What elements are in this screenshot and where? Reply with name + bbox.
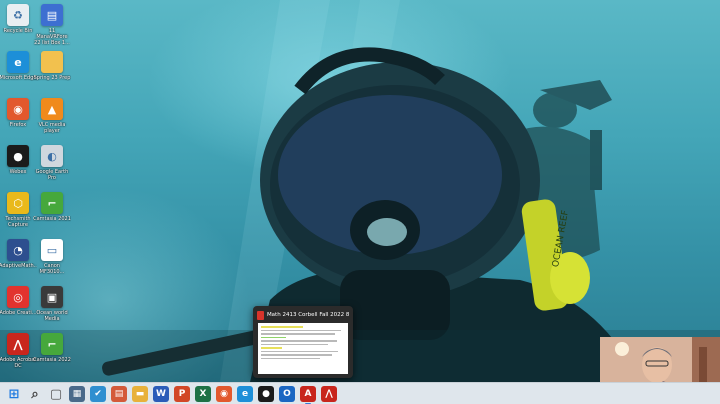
camtasia-2022-icon: ⌐ [41, 333, 63, 355]
desktop-icon[interactable]: ◎ Adobe Creati... [0, 286, 37, 316]
techsmith-capture-icon: ⬡ [7, 192, 29, 214]
taskbar-thumbnail-preview[interactable]: Math 2413 Corbell Fall 2022 8.7.... [253, 306, 353, 378]
desktop-icon-label: Ocean world Media [36, 310, 68, 322]
excel-button[interactable]: X [195, 386, 211, 402]
acrobat-button-2[interactable]: ⋀ [321, 386, 337, 402]
acrobat-icon: ⋀ [7, 333, 29, 355]
file-explorer-button[interactable]: ▬ [132, 386, 148, 402]
desktop-icon-label: Adobe Acrobat DC [0, 357, 37, 369]
printer-icon: ▭ [41, 239, 63, 261]
search-button[interactable]: ⌕ [27, 386, 43, 402]
folder-icon [41, 51, 63, 73]
recycle-bin-icon: ♻ [7, 4, 29, 26]
camtasia-icon: ⌐ [41, 192, 63, 214]
media-icon: ▣ [41, 286, 63, 308]
desktop-icon-label: Google Earth Pro [35, 169, 69, 181]
word-button[interactable]: W [153, 386, 169, 402]
desktop-icon[interactable]: ⬡ Techsmith Capture [0, 192, 36, 228]
pdf-icon [257, 310, 264, 320]
desktop-icon-label: Microsoft Edge [0, 75, 37, 81]
document-icon: ▤ [41, 4, 63, 26]
desktop-icon[interactable]: ▲ VLC media player [34, 98, 70, 134]
desktop-icon[interactable]: ⋀ Adobe Acrobat DC [0, 333, 36, 369]
firefox-icon: ◉ [7, 98, 29, 120]
task-view-button[interactable]: ▢ [48, 386, 64, 402]
taskbar-app-2[interactable]: ✔ [90, 386, 106, 402]
edge-icon: e [7, 51, 29, 73]
desktop-icon-label: VLC media player [38, 122, 66, 134]
taskbar: ⊞ ⌕ ▢ ▦ ✔ ▤ ▬ W P X ◉ e ● O A ⋀ [0, 382, 720, 404]
firefox-button[interactable]: ◉ [216, 386, 232, 402]
desktop-icon-label: Spring 23 Prep [33, 75, 71, 81]
webex-icon: ● [7, 145, 29, 167]
vlc-icon: ▲ [41, 98, 63, 120]
wallpaper-scene: OCEAN REEF [0, 0, 720, 382]
preview-title-bar: Math 2413 Corbell Fall 2022 8.7.... [257, 310, 349, 320]
edge-button[interactable]: e [237, 386, 253, 402]
desktop-icon[interactable]: ⌐ Camtasia 2021 [33, 192, 71, 222]
desktop-icon-label: Canon MF3010... [39, 263, 65, 275]
acrobat-button-1[interactable]: A [300, 386, 316, 404]
desktop-icon[interactable]: ⌐ Camtasia 2022 [33, 333, 71, 363]
taskbar-app-3[interactable]: ▤ [111, 386, 127, 402]
desktop-icon[interactable]: ◔ AdaptiveMath... [0, 239, 37, 269]
desktop-icon[interactable]: ▤ 11 ManaVRFore 22 list Box 1... [34, 4, 70, 46]
desktop-wallpaper: OCEAN REEF [0, 0, 720, 382]
desktop-icon-label: Camtasia 2021 [33, 216, 71, 222]
desktop-icon[interactable]: ▣ Ocean world Media [34, 286, 70, 322]
desktop-icon-label: Camtasia 2022 [33, 357, 71, 363]
desktop-icon[interactable]: ● Webex [0, 145, 36, 175]
desktop-icon[interactable]: e Microsoft Edge [0, 51, 36, 81]
google-earth-icon: ◐ [41, 145, 63, 167]
adobe-cc-icon: ◎ [7, 286, 29, 308]
preview-title: Math 2413 Corbell Fall 2022 8.7.... [266, 312, 349, 318]
desktop-icon[interactable]: ◉ Firefox [0, 98, 36, 128]
desktop-icon[interactable]: Spring 23 Prep [34, 51, 70, 81]
desktop-icon-label: Techsmith Capture [5, 216, 31, 228]
desktop-icon-label: Webex [9, 169, 27, 175]
desktop-icon[interactable]: ♻ Recycle Bin [0, 4, 36, 34]
desktop-icon-label: AdaptiveMath... [0, 263, 37, 269]
desktop-icon-label: Recycle Bin [3, 28, 33, 34]
desktop-icon[interactable]: ▭ Canon MF3010... [34, 239, 70, 275]
webex-button[interactable]: ● [258, 386, 274, 402]
outlook-button[interactable]: O [279, 386, 295, 402]
start-button[interactable]: ⊞ [6, 386, 22, 402]
taskbar-app-1[interactable]: ▦ [69, 386, 85, 402]
desktop-icon[interactable]: ◐ Google Earth Pro [34, 145, 70, 181]
desktop-icon-label: Firefox [9, 122, 27, 128]
powerpoint-button[interactable]: P [174, 386, 190, 402]
desktop-icon-grid: ♻ Recycle Bin ▤ 11 ManaVRFore 22 list Box 1… [0, 0, 76, 380]
desktop-icon-label: Adobe Creati... [0, 310, 37, 316]
desktop-icon-label: 11 ManaVRFore 22 list Box 1... [34, 28, 70, 46]
app-icon: ◔ [7, 239, 29, 261]
preview-document [258, 323, 348, 374]
